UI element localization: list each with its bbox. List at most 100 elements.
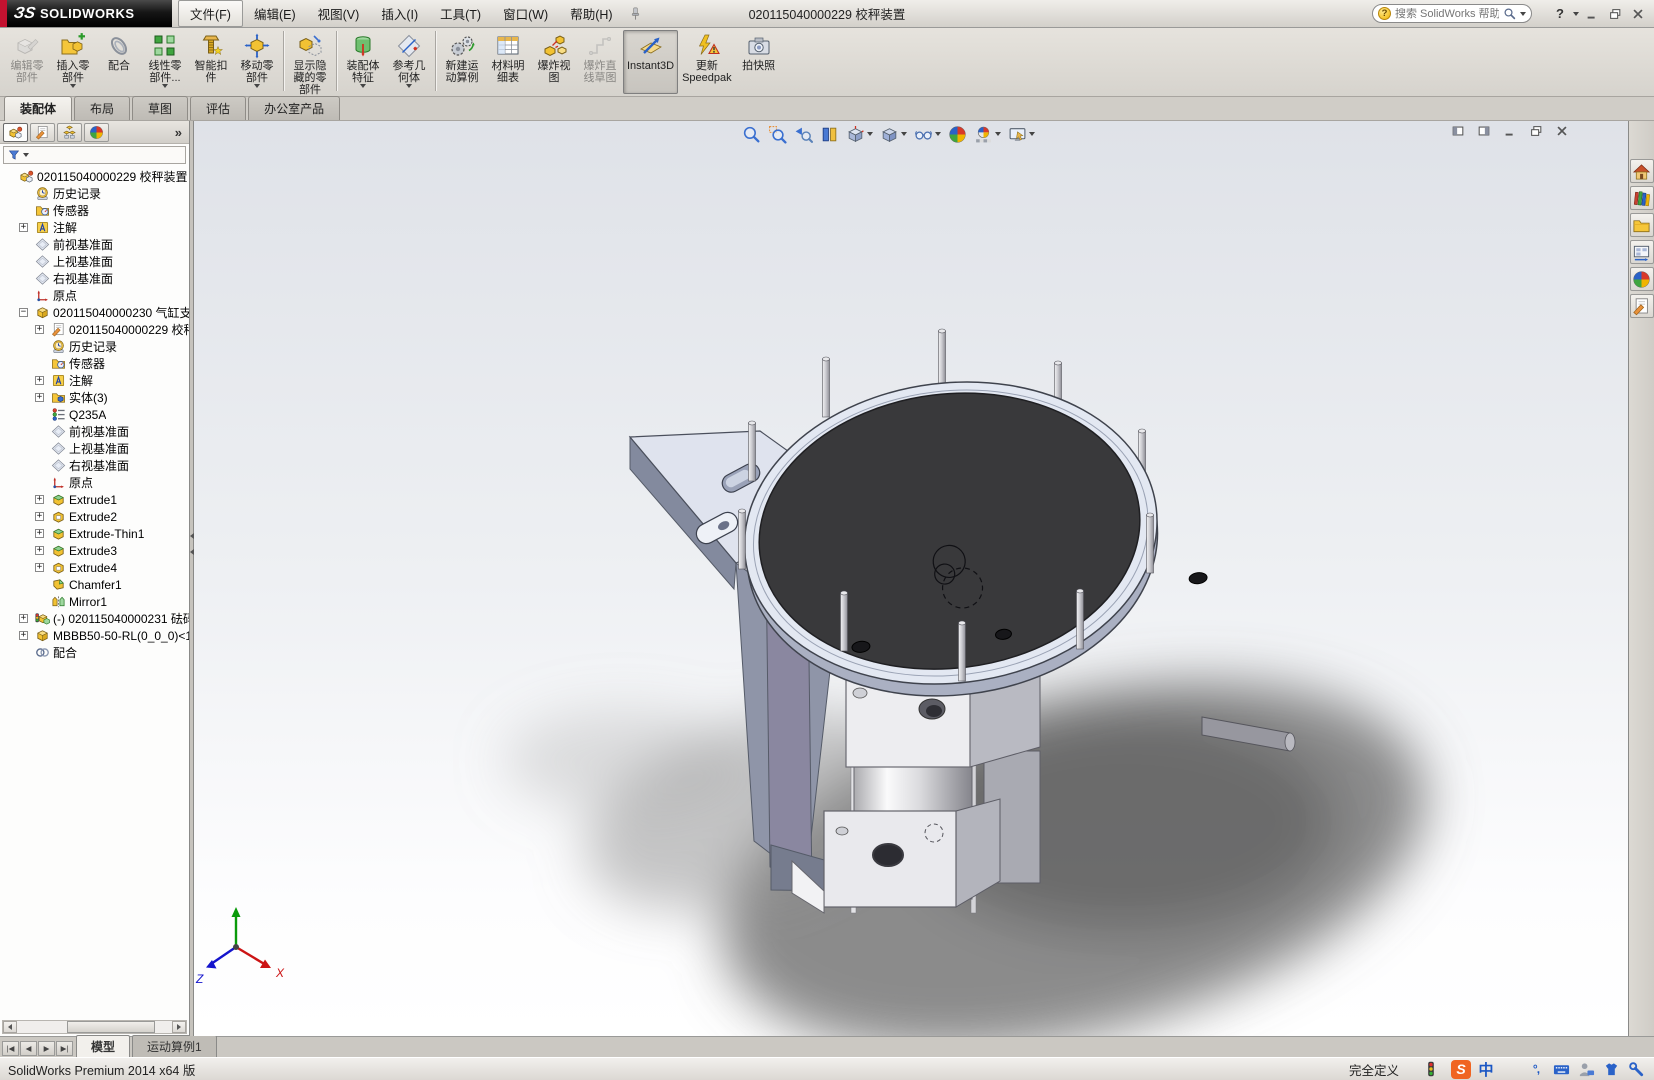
tree-item[interactable]: 历史记录: [0, 338, 189, 355]
tree-item[interactable]: 传感器: [0, 355, 189, 372]
search-icon[interactable]: [1503, 7, 1516, 20]
view-orientation-button[interactable]: [843, 123, 876, 145]
dropdown-arrow-icon[interactable]: [162, 84, 168, 88]
search-box[interactable]: ?: [1372, 4, 1532, 23]
file-explorer-tab[interactable]: [1629, 213, 1654, 237]
next-study-button[interactable]: ▶: [38, 1041, 55, 1056]
tree-item[interactable]: 历史记录: [0, 185, 189, 202]
dropdown-arrow-icon[interactable]: [935, 132, 941, 136]
tree-expander[interactable]: +: [35, 325, 44, 334]
dropdown-arrow-icon[interactable]: [867, 132, 873, 136]
ribbon-tab[interactable]: 办公室产品: [248, 96, 341, 120]
punctuation-mode[interactable]: °,: [1526, 1060, 1546, 1078]
last-study-button[interactable]: ▶|: [56, 1041, 73, 1056]
restore-button[interactable]: [1605, 6, 1625, 22]
tree-expander[interactable]: +: [35, 529, 44, 538]
model-scene[interactable]: X Z: [194, 121, 1628, 1036]
previous-view-button[interactable]: [791, 123, 816, 145]
linear-component-pattern-button[interactable]: 线性零 部件...: [142, 30, 188, 94]
tree-item[interactable]: 上视基准面: [0, 440, 189, 457]
soft-keyboard-icon[interactable]: [1551, 1060, 1571, 1078]
hide-show-items-button[interactable]: [911, 123, 944, 145]
tree-item[interactable]: + 注解: [0, 372, 189, 389]
tree-item[interactable]: + 实体(3): [0, 389, 189, 406]
section-view-button[interactable]: [817, 123, 842, 145]
custom-properties-tab[interactable]: [1629, 294, 1654, 318]
insert-components-button[interactable]: 插入零 部件: [50, 30, 96, 94]
prev-study-button[interactable]: ◀: [20, 1041, 37, 1056]
tree-item[interactable]: + Extrude4: [0, 559, 189, 576]
menu-item[interactable]: 视图(V): [307, 1, 371, 26]
edit-appearance-button[interactable]: [945, 123, 970, 145]
doc-close-button[interactable]: [1552, 123, 1572, 139]
display-style-button[interactable]: [877, 123, 910, 145]
displaymanager-tab[interactable]: [84, 122, 109, 142]
graphics-area[interactable]: X Z: [194, 121, 1628, 1036]
toolbox-icon[interactable]: [1626, 1060, 1646, 1078]
tree-item[interactable]: +020115040000229 校秤装: [0, 321, 189, 338]
pane-right-button[interactable]: [1474, 123, 1494, 139]
update-speedpak-button[interactable]: 更新 Speedpak: [678, 30, 736, 94]
study-tab[interactable]: 模型: [76, 1035, 131, 1057]
search-input[interactable]: [1395, 7, 1499, 20]
tree-expander[interactable]: +: [35, 546, 44, 555]
minimize-button[interactable]: [1582, 6, 1602, 22]
ribbon-tab[interactable]: 评估: [190, 96, 247, 120]
dropdown-arrow-icon[interactable]: [995, 132, 1001, 136]
tree-item[interactable]: + Extrude1: [0, 491, 189, 508]
propertymanager-tab[interactable]: [30, 122, 55, 142]
tree-expander[interactable]: +: [19, 614, 28, 623]
tree-expander[interactable]: +: [35, 376, 44, 385]
design-library-tab[interactable]: [1629, 186, 1654, 210]
menu-item[interactable]: 文件(F): [178, 0, 243, 27]
tree-expander[interactable]: +: [19, 631, 28, 640]
zoom-to-fit-button[interactable]: [739, 123, 764, 145]
configurationmanager-tab[interactable]: [57, 122, 82, 142]
menu-item[interactable]: 帮助(H): [559, 1, 623, 26]
skin-icon[interactable]: [1601, 1060, 1621, 1078]
instant3d-button[interactable]: Instant3D: [623, 30, 679, 94]
tree-expander[interactable]: +: [19, 223, 28, 232]
pane-left-button[interactable]: [1448, 123, 1468, 139]
tree-item[interactable]: 上视基准面: [0, 253, 189, 270]
tree-item[interactable]: + 注解: [0, 219, 189, 236]
view-settings-button[interactable]: [1005, 123, 1038, 145]
exploded-view-button[interactable]: 爆炸视图: [531, 30, 577, 94]
pin-menu-icon[interactable]: [628, 6, 643, 21]
close-button[interactable]: [1628, 6, 1648, 22]
tree-item[interactable]: 右视基准面: [0, 457, 189, 474]
apply-scene-button[interactable]: [971, 123, 1004, 145]
tree-item[interactable]: − 020115040000230 气缸支座: [0, 304, 189, 321]
tree-expander[interactable]: +: [35, 495, 44, 504]
tree-item[interactable]: 原点: [0, 474, 189, 491]
tree-item[interactable]: 配合: [0, 644, 189, 661]
tree-filter[interactable]: [3, 146, 186, 164]
panel-hscrollbar[interactable]: [2, 1020, 187, 1034]
doc-restore-button[interactable]: [1526, 123, 1546, 139]
tree-item[interactable]: Q235A: [0, 406, 189, 423]
dropdown-arrow-icon[interactable]: [901, 132, 907, 136]
search-dropdown-icon[interactable]: [1520, 11, 1526, 16]
doc-minimize-button[interactable]: [1500, 123, 1520, 139]
tree-item[interactable]: + Extrude-Thin1: [0, 525, 189, 542]
tree-item[interactable]: 原点: [0, 287, 189, 304]
scroll-track[interactable]: [17, 1021, 172, 1033]
menu-item[interactable]: 编辑(E): [243, 1, 307, 26]
tree-item[interactable]: 前视基准面: [0, 236, 189, 253]
study-tab[interactable]: 运动算例1: [132, 1035, 217, 1057]
tree-expander[interactable]: −: [19, 308, 28, 317]
tree-expander[interactable]: +: [35, 512, 44, 521]
menu-item[interactable]: 窗口(W): [492, 1, 559, 26]
dropdown-arrow-icon[interactable]: [406, 84, 412, 88]
menu-item[interactable]: 插入(I): [370, 1, 429, 26]
scroll-right-button[interactable]: [172, 1021, 186, 1033]
new-motion-study-button[interactable]: 新建运 动算例: [439, 30, 485, 94]
tree-item[interactable]: Chamfer1: [0, 576, 189, 593]
tree-item[interactable]: + Extrude3: [0, 542, 189, 559]
tree-item[interactable]: Mirror1: [0, 593, 189, 610]
dropdown-arrow-icon[interactable]: [70, 84, 76, 88]
scroll-thumb[interactable]: [66, 1021, 155, 1033]
scroll-left-button[interactable]: [3, 1021, 17, 1033]
tree-expander[interactable]: +: [35, 393, 44, 402]
first-study-button[interactable]: |◀: [2, 1041, 19, 1056]
